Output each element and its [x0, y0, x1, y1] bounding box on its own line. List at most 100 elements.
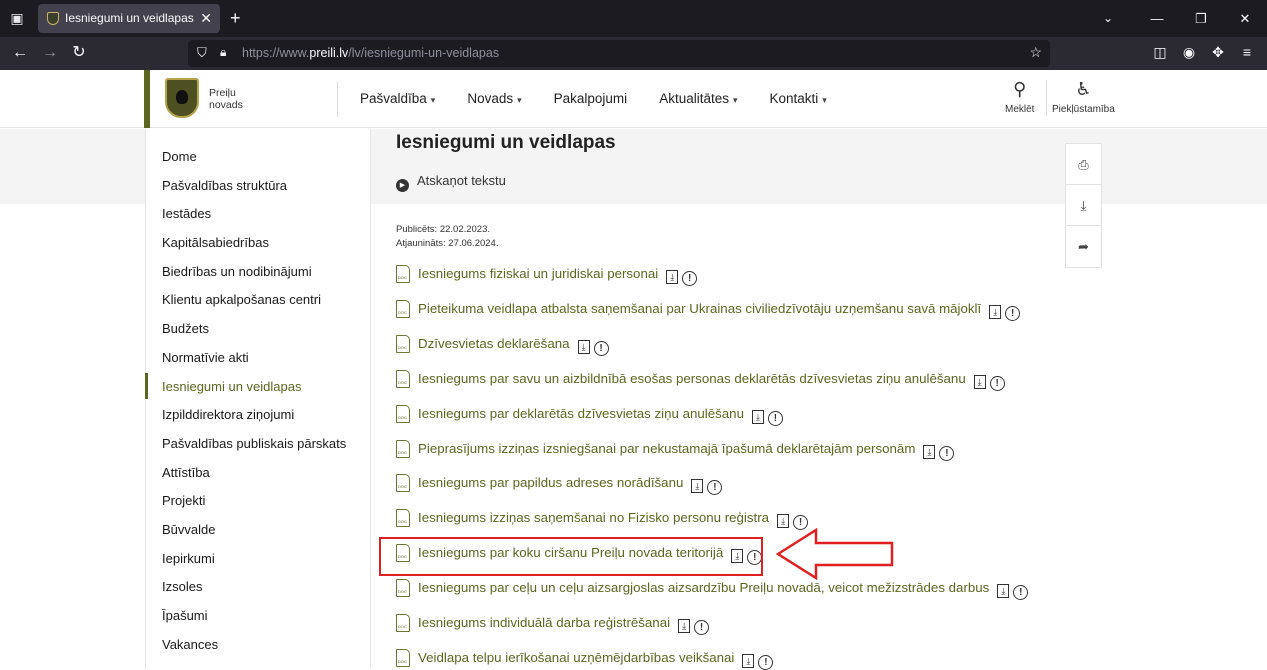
info-icon[interactable]: !: [682, 271, 698, 286]
document-link[interactable]: Iesniegums izziņas saņemšanai no Fizisko…: [418, 510, 769, 525]
sidebar-item[interactable]: Vakances: [146, 635, 370, 664]
document-link[interactable]: Pieprasījums izziņas izsniegšanai par ne…: [418, 441, 915, 456]
sidebar-item[interactable]: Pašvaldības struktūra: [146, 176, 370, 205]
minimize-icon[interactable]: —: [1135, 0, 1179, 37]
browser-toolbar: ← → ↻ ⛉ 🔒︎ https://www.preili.lv/lv/iesn…: [0, 37, 1267, 70]
document-link[interactable]: Iesniegums par savu un aizbildnībā esoša…: [418, 371, 966, 386]
browser-tab-active[interactable]: Iesniegumi un veidlapas | Preiļi ✕: [38, 4, 220, 33]
sidebar-item[interactable]: Klientu apkalpošanas centri: [146, 290, 370, 319]
lock-icon[interactable]: 🔒︎: [220, 45, 226, 60]
pocket-icon[interactable]: ◫: [1150, 44, 1170, 61]
sidebar-item[interactable]: Iestādes: [146, 204, 370, 233]
sidebar-item[interactable]: Kapitālsabiedrības: [146, 233, 370, 262]
listen-button[interactable]: ▶ Atskaņot tekstu: [396, 173, 506, 192]
tracking-shield-icon[interactable]: ⛉: [197, 45, 207, 61]
info-icon[interactable]: !: [1005, 305, 1021, 321]
sidebar-item[interactable]: Attīstība: [146, 463, 370, 492]
address-bar[interactable]: ⛉ 🔒︎ https://www.preili.lv/lv/iesniegumi…: [188, 40, 1050, 67]
restore-icon[interactable]: ❐: [1179, 0, 1223, 37]
back-icon[interactable]: ←: [10, 43, 30, 63]
document-item: Iesniegums individuālā darba reģistrēšan…: [396, 611, 710, 635]
document-link[interactable]: Pieteikuma veidlapa atbalsta saņemšanai …: [418, 301, 981, 316]
download-icon[interactable]: ⤓: [577, 339, 590, 354]
download-icon[interactable]: ⤓: [742, 653, 755, 668]
nav-item-aktualitates[interactable]: Aktualitātes ▾: [659, 70, 737, 128]
window-controls: — ❐ ✕: [1135, 0, 1267, 37]
document-link[interactable]: Iesniegums par papildus adreses norādīša…: [418, 475, 683, 490]
download-icon[interactable]: ⤓: [777, 514, 790, 529]
chevron-down-icon: ▾: [517, 95, 522, 105]
window-close-icon[interactable]: ✕: [1223, 0, 1267, 37]
sidebar-item[interactable]: Izsoles: [146, 577, 370, 606]
coat-of-arms-icon[interactable]: [165, 78, 199, 118]
info-icon[interactable]: !: [1013, 585, 1029, 601]
sidebar-item[interactable]: Iesniegumi un veidlapas: [145, 372, 370, 406]
sidebar-item[interactable]: Budžets: [146, 319, 370, 348]
extensions-icon[interactable]: ✥: [1208, 44, 1228, 61]
url-text[interactable]: https://www.preili.lv/lv/iesniegumi-un-v…: [242, 40, 499, 67]
page-tools: ⎙ ⤓ ➦: [1065, 143, 1102, 268]
info-icon[interactable]: !: [939, 445, 955, 461]
print-icon[interactable]: ⎙: [1066, 144, 1101, 185]
document-link[interactable]: Veidlapa telpu ierīkošanai uzņēmējdarbīb…: [418, 650, 734, 665]
chevron-down-icon: ▾: [430, 95, 436, 105]
download-pdf-icon[interactable]: ⤓: [1066, 185, 1101, 226]
tab-close-icon[interactable]: ✕: [200, 4, 212, 33]
doc-file-icon: [396, 648, 410, 667]
bookmark-star-icon[interactable]: ☆: [1029, 44, 1042, 61]
doc-file-icon: [396, 265, 410, 283]
info-icon[interactable]: !: [758, 654, 774, 670]
download-icon[interactable]: ⤓: [691, 479, 704, 494]
document-link[interactable]: Iesniegums par deklarētās dzīvesvietas z…: [418, 406, 744, 421]
sidebar-item[interactable]: Dome: [146, 147, 370, 176]
tab-list-icon[interactable]: ▣: [8, 9, 26, 27]
document-link[interactable]: Dzīvesvietas deklarēšana: [418, 336, 570, 351]
sidebar-item[interactable]: Biedrības un nodibinājumi: [146, 262, 370, 291]
accessibility-button[interactable]: ♿︎ Piekļūstamība: [1052, 78, 1115, 115]
site-logo-text[interactable]: Preiļu novads: [209, 87, 243, 111]
sidebar-item[interactable]: Iepirkumi: [146, 549, 370, 578]
nav-item-pasvaldiba[interactable]: Pašvaldība ▾: [360, 70, 435, 128]
reload-icon[interactable]: ↻: [69, 43, 89, 63]
chevron-down-icon: ▾: [732, 95, 738, 105]
info-icon[interactable]: !: [989, 375, 1005, 391]
download-icon[interactable]: ⤓: [923, 444, 936, 459]
sidebar-item[interactable]: Būvvalde: [146, 520, 370, 549]
forward-icon[interactable]: →: [40, 43, 60, 63]
info-icon[interactable]: !: [707, 480, 723, 496]
download-icon[interactable]: ⤓: [666, 270, 679, 284]
updated-date: Atjaunināts: 27.06.2024.: [396, 238, 499, 249]
sidebar-nav: Dome Pašvaldības struktūra Iestādes Kapitāl…: [145, 129, 371, 669]
nav-item-pakalpojumi[interactable]: Pakalpojumi: [554, 70, 628, 128]
document-item: Iesniegums par papildus adreses norādīša…: [396, 471, 723, 496]
info-icon[interactable]: !: [767, 410, 783, 426]
doc-file-icon: [396, 404, 410, 423]
download-icon[interactable]: ⤓: [751, 409, 764, 424]
sidebar-item[interactable]: Pašvaldības publiskais pārskats: [146, 434, 370, 463]
menu-icon[interactable]: ≡: [1237, 44, 1257, 60]
sidebar-item[interactable]: Normatīvie akti: [146, 348, 370, 377]
info-icon[interactable]: !: [694, 620, 710, 635]
sidebar-item[interactable]: Projekti: [146, 491, 370, 520]
account-icon[interactable]: ◉: [1179, 44, 1199, 61]
download-icon[interactable]: ⤓: [973, 374, 986, 389]
info-icon[interactable]: !: [593, 340, 609, 356]
download-icon[interactable]: ⤓: [678, 619, 691, 633]
sidebar-item[interactable]: Īpašumi: [146, 606, 370, 635]
nav-item-kontakti[interactable]: Kontakti ▾: [770, 70, 827, 128]
document-link[interactable]: Iesniegums par ceļu un ceļu aizsargjosla…: [418, 580, 989, 595]
document-item: Dzīvesvietas deklarēšana ⤓!: [396, 332, 609, 356]
new-tab-button[interactable]: +: [230, 8, 241, 28]
main-navigation: Pašvaldība ▾ Novads ▾ Pakalpojumi Aktualit…: [360, 70, 859, 128]
search-button[interactable]: ⚲ Meklēt: [1005, 78, 1034, 115]
share-icon[interactable]: ➦: [1066, 226, 1101, 267]
document-link[interactable]: Iesniegums fiziskai un juridiskai person…: [418, 266, 658, 281]
download-icon[interactable]: ⤓: [997, 584, 1010, 599]
list-all-tabs-icon[interactable]: ⌄: [1098, 0, 1118, 37]
sidebar-item[interactable]: Izpilddirektora ziņojumi: [146, 405, 370, 434]
published-date: Publicēts: 22.02.2023.: [396, 224, 491, 235]
nav-item-novads[interactable]: Novads ▾: [467, 70, 521, 128]
document-item: Pieteikuma veidlapa atbalsta saņemšanai …: [396, 297, 1021, 321]
download-icon[interactable]: ⤓: [989, 304, 1002, 319]
document-link[interactable]: Iesniegums individuālā darba reģistrēšan…: [418, 615, 670, 630]
